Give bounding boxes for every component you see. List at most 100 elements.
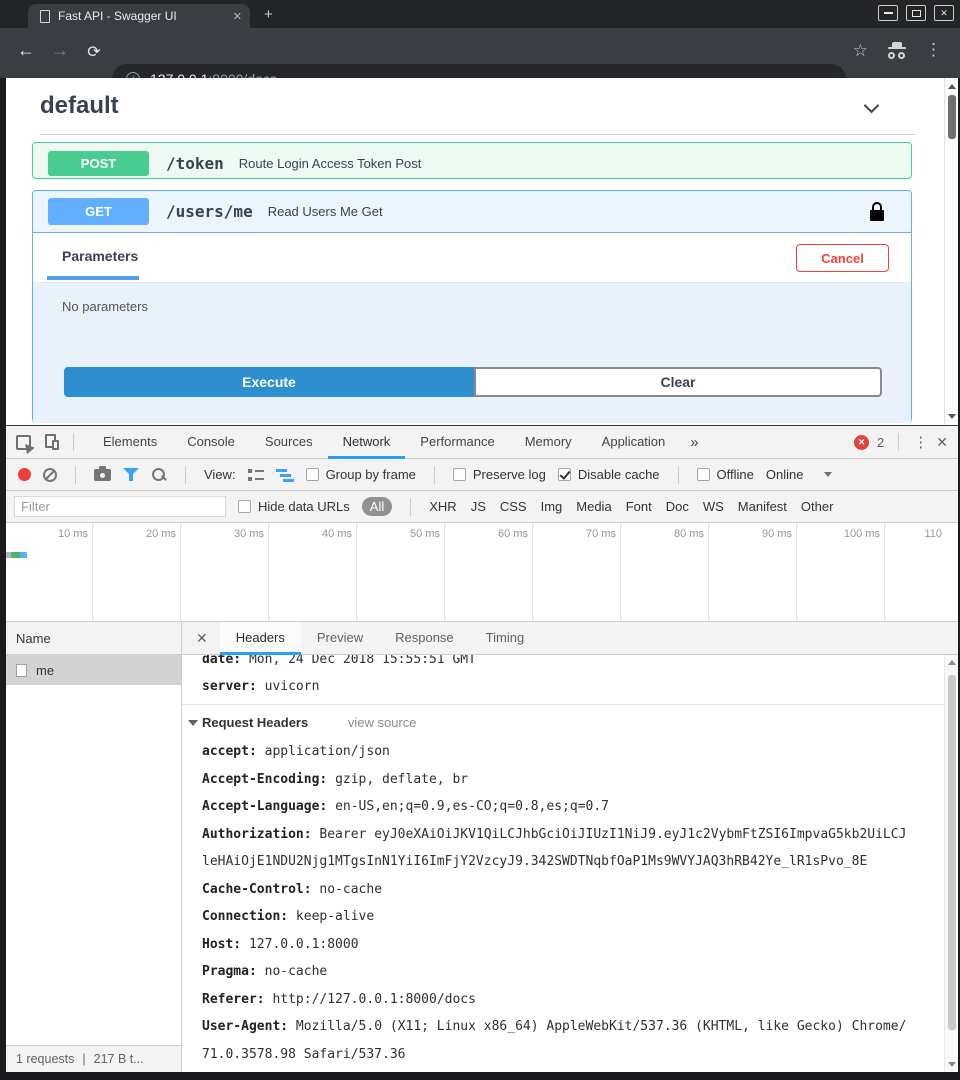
devtools-tab[interactable]: Sources [250, 426, 328, 459]
detail-tab[interactable]: Response [379, 622, 470, 655]
network-overview[interactable]: 10 ms20 ms30 ms40 ms50 ms60 ms70 ms80 ms… [6, 523, 958, 622]
offline-checkbox[interactable] [697, 468, 710, 481]
forward-button[interactable]: → [48, 40, 72, 61]
disable-cache-toggle[interactable]: Disable cache [558, 467, 660, 482]
disable-cache-checkbox[interactable] [558, 468, 571, 481]
column-header-name[interactable]: Name [6, 622, 181, 655]
disable-cache-label[interactable]: Disable cache [578, 467, 660, 482]
filter-type[interactable]: CSS [500, 499, 527, 514]
new-tab-button[interactable]: + [264, 6, 273, 23]
execute-button[interactable]: Execute [64, 367, 474, 397]
hide-data-urls-checkbox[interactable] [238, 500, 251, 513]
back-button[interactable]: ← [14, 40, 38, 61]
devtools-tab[interactable]: Memory [510, 426, 587, 459]
devtools-tab[interactable]: Performance [405, 426, 509, 459]
scroll-down-icon[interactable] [948, 1062, 956, 1067]
grid-line [796, 523, 797, 621]
devtools-tabs: ElementsConsoleSourcesNetworkPerformance… [88, 426, 680, 459]
detail-tab[interactable]: Preview [301, 622, 379, 655]
clear-requests-icon[interactable] [43, 468, 57, 482]
request-row-me[interactable]: me [6, 655, 181, 685]
filter-type[interactable]: Img [541, 499, 563, 514]
auth-lock-icon[interactable] [869, 202, 885, 221]
scroll-up-icon[interactable] [948, 84, 956, 89]
scroll-down-icon[interactable] [948, 414, 956, 419]
offline-label[interactable]: Offline [717, 467, 754, 482]
clear-button[interactable]: Clear [474, 367, 882, 397]
filter-all-pill[interactable]: All [362, 497, 392, 516]
tab-close-icon[interactable]: ✕ [233, 10, 242, 23]
scrollbar-thumb[interactable] [948, 95, 956, 139]
cancel-button[interactable]: Cancel [796, 244, 889, 272]
request-rows-view-icon[interactable] [248, 468, 264, 482]
minimize-button[interactable] [878, 5, 898, 21]
method-badge-post: POST [48, 151, 149, 176]
browser-tab[interactable]: Fast API - Swagger UI ✕ [28, 4, 250, 28]
group-by-frame-toggle[interactable]: Group by frame [306, 467, 416, 482]
offline-toggle[interactable]: Offline [697, 467, 754, 482]
chevron-down-icon[interactable] [866, 100, 880, 114]
page-scrollbar[interactable] [944, 78, 958, 425]
devtools-close-icon[interactable]: ✕ [936, 434, 948, 451]
more-tabs-icon[interactable]: » [680, 434, 708, 451]
throttling-dropdown[interactable]: Online [766, 467, 833, 482]
grid-line [180, 523, 181, 621]
view-label: View: [204, 467, 236, 482]
close-detail-icon[interactable]: ✕ [182, 630, 220, 647]
operation-summary: Read Users Me Get [268, 204, 383, 219]
throttling-value[interactable]: Online [766, 467, 804, 482]
filter-type[interactable]: XHR [429, 499, 456, 514]
operation-header[interactable]: GET /users/me Read Users Me Get [33, 191, 911, 233]
capture-screenshots-icon[interactable] [94, 469, 111, 481]
filter-input[interactable] [14, 496, 226, 517]
browser-titlebar: Fast API - Swagger UI ✕ + ✕ [0, 0, 960, 28]
devtools-tab[interactable]: Elements [88, 426, 172, 459]
filter-type[interactable]: JS [471, 499, 486, 514]
inspect-element-icon[interactable] [16, 435, 31, 450]
filter-icon[interactable] [123, 468, 139, 482]
detail-scrollbar[interactable] [944, 655, 958, 1072]
filter-type[interactable]: Other [801, 499, 834, 514]
filter-type[interactable]: WS [703, 499, 724, 514]
request-detail-panel: ✕ HeadersPreviewResponseTiming date: Mon… [182, 622, 958, 1072]
browser-menu-icon[interactable]: ⋮ [925, 40, 942, 60]
filter-type[interactable]: Media [576, 499, 611, 514]
error-badge-icon[interactable]: ✕ [854, 435, 869, 450]
group-by-frame-label[interactable]: Group by frame [326, 467, 416, 482]
hide-data-urls-toggle[interactable]: Hide data URLs [238, 499, 350, 514]
devtools-menu-icon[interactable]: ⋮ [913, 433, 928, 451]
devtools-tab[interactable]: Network [328, 426, 406, 459]
hide-data-urls-label[interactable]: Hide data URLs [258, 499, 350, 514]
preserve-log-checkbox[interactable] [453, 468, 466, 481]
view-source-link[interactable]: view source [348, 715, 417, 730]
device-toolbar-icon[interactable] [45, 434, 59, 450]
filter-type[interactable]: Manifest [738, 499, 787, 514]
operation-post-token[interactable]: POST /token Route Login Access Token Pos… [32, 142, 912, 179]
preserve-log-label[interactable]: Preserve log [473, 467, 546, 482]
bookmark-star-icon[interactable]: ☆ [853, 41, 868, 61]
group-by-frame-checkbox[interactable] [306, 468, 319, 481]
request-headers-section[interactable]: Request Headers view source [202, 708, 944, 738]
section-divider [182, 704, 944, 705]
filter-type[interactable]: Font [626, 499, 652, 514]
devtools-tab[interactable]: Console [172, 426, 250, 459]
reload-button[interactable]: ⟳ [82, 42, 106, 62]
timeline-tick-label: 60 ms [468, 528, 528, 540]
detail-tab[interactable]: Timing [470, 622, 541, 655]
maximize-button[interactable] [906, 5, 926, 21]
detail-tab[interactable]: Headers [220, 622, 301, 655]
detail-tabs: HeadersPreviewResponseTiming [220, 622, 540, 655]
record-button[interactable] [18, 468, 31, 481]
filter-type[interactable]: Doc [666, 499, 689, 514]
preserve-log-toggle[interactable]: Preserve log [453, 467, 546, 482]
tab-parameters[interactable]: Parameters [62, 248, 138, 264]
search-icon[interactable] [151, 467, 167, 483]
close-window-button[interactable]: ✕ [934, 5, 954, 21]
scroll-up-icon[interactable] [948, 660, 956, 665]
collapse-triangle-icon[interactable] [188, 720, 198, 726]
devtools-panel: ElementsConsoleSourcesNetworkPerformance… [6, 425, 958, 1072]
devtools-tab[interactable]: Application [587, 426, 681, 459]
filter-types: XHR JS CSS Img Media Font Doc WS Manifest Other [429, 499, 833, 514]
waterfall-view-icon[interactable] [276, 468, 294, 482]
scrollbar-thumb[interactable] [948, 675, 956, 1030]
